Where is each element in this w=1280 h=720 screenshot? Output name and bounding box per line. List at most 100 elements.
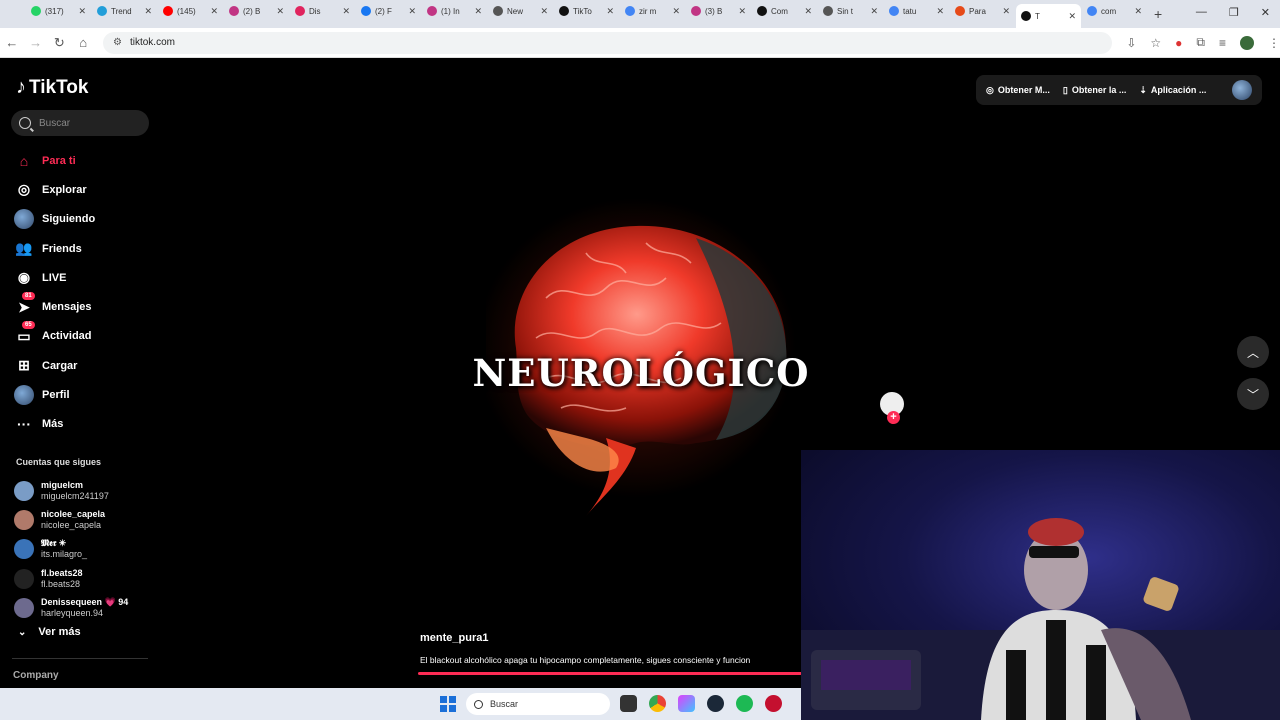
tab-favicon-icon — [889, 6, 899, 16]
following-account[interactable]: 𝕸𝖊𝖗 ✴ its.milagro_ — [14, 535, 128, 564]
previous-video-button[interactable]: ︿ — [1237, 336, 1269, 368]
new-tab-icon[interactable]: + — [1154, 6, 1162, 22]
tab-title: (3) B — [705, 6, 723, 16]
copilot-icon[interactable] — [678, 695, 695, 712]
sidebar-item-explorar[interactable]: ◎ Explorar — [14, 175, 95, 204]
tab-close-icon[interactable]: ✕ — [78, 6, 86, 17]
reload-icon[interactable]: ↻ — [48, 35, 72, 51]
see-more-button[interactable]: ⌄ Ver más — [18, 626, 81, 638]
header-button[interactable]: ▯ Obtener la ... — [1063, 85, 1126, 96]
spotify-icon[interactable] — [736, 695, 753, 712]
account-avatar — [14, 509, 34, 530]
browser-tab[interactable]: (1) In ✕ — [422, 0, 487, 22]
install-icon[interactable]: ⇩ — [1126, 36, 1136, 50]
account-handle: its.milagro_ — [41, 549, 88, 560]
tab-close-icon[interactable]: ✕ — [540, 6, 548, 17]
browser-tab[interactable]: zir m ✕ — [620, 0, 685, 22]
chrome-icon[interactable] — [649, 695, 666, 712]
tab-close-icon[interactable]: ✕ — [738, 6, 746, 17]
sidebar-item-actividad[interactable]: ▭ 65 Actividad — [14, 321, 95, 351]
header-button[interactable]: ⇣ Aplicación ... — [1139, 85, 1206, 96]
company-link[interactable]: Company — [13, 670, 59, 681]
url-field[interactable]: ⚙ tiktok.com — [103, 31, 1113, 54]
video-author[interactable]: mente_pura1 — [420, 632, 488, 644]
user-avatar[interactable] — [1232, 80, 1252, 100]
tab-close-icon[interactable]: ✕ — [276, 6, 284, 17]
forward-icon[interactable]: → — [24, 35, 48, 50]
video-progress-bar[interactable] — [418, 672, 802, 675]
sidebar-item-live[interactable]: ◉ LIVE — [14, 263, 95, 292]
sidebar-item-perfil[interactable]: Perfil — [14, 380, 95, 409]
browser-tab[interactable]: T ✕ — [1016, 4, 1081, 28]
search-input[interactable]: Buscar — [11, 110, 149, 136]
close-window-icon[interactable]: ✕ — [1261, 6, 1270, 19]
sidebar-item-label: LIVE — [42, 271, 67, 284]
following-account[interactable]: fl.beats28 fl.beats28 — [14, 564, 128, 593]
sidebar-item-para-ti[interactable]: ⌂ Para ti — [14, 146, 95, 175]
window-controls: — ❐ ✕ — [1196, 6, 1270, 19]
windows-start-icon[interactable] — [440, 696, 456, 712]
bookmark-star-icon[interactable]: ☆ — [1150, 36, 1161, 50]
follow-plus-icon[interactable]: + — [887, 411, 900, 424]
tiktok-logo[interactable]: ♪ TikTok — [16, 76, 88, 99]
minimize-icon[interactable]: — — [1196, 6, 1207, 19]
sidebar-item-friends[interactable]: 👥 Friends — [14, 234, 95, 263]
profile-icon[interactable] — [1240, 35, 1255, 50]
browser-tab[interactable]: Com ✕ — [752, 0, 817, 22]
tab-close-icon[interactable]: ✕ — [1134, 6, 1142, 17]
chevron-down-icon: ⌄ — [18, 626, 27, 638]
browser-tab[interactable]: tatu ✕ — [884, 0, 949, 22]
browser-tab[interactable]: com ✕ — [1082, 0, 1147, 22]
account-name: 𝕸𝖊𝖗 ✴ — [41, 538, 67, 549]
sidebar-item-cargar[interactable]: ⊞ Cargar — [14, 351, 95, 380]
browser-tab[interactable]: (317) ✕ — [26, 0, 91, 22]
back-icon[interactable]: ← — [0, 35, 24, 50]
following-account[interactable]: miguelcm miguelcm241197 — [14, 476, 128, 505]
home-browser-icon[interactable]: ⌂ — [71, 35, 95, 50]
browser-tab[interactable]: Dis ✕ — [290, 0, 355, 22]
tab-close-icon[interactable]: ✕ — [342, 6, 350, 17]
browser-tab[interactable]: (2) F ✕ — [356, 0, 421, 22]
browser-tab[interactable]: (145) ✕ — [158, 0, 223, 22]
tab-close-icon[interactable]: ✕ — [804, 6, 812, 17]
record-icon[interactable]: ● — [1175, 36, 1182, 50]
menu-icon[interactable]: ⋮ — [1268, 36, 1280, 50]
media-icon[interactable]: ≡ — [1219, 36, 1226, 50]
tab-close-icon[interactable]: ✕ — [408, 6, 416, 17]
header-button-label: Aplicación ... — [1150, 85, 1207, 95]
video-player[interactable]: NEUROLÓGICO mente_pura1 El blackout alco… — [418, 58, 858, 675]
tab-close-icon[interactable]: ✕ — [210, 6, 218, 17]
browser-tab[interactable]: (3) B ✕ — [686, 0, 751, 22]
sidebar-item-más[interactable]: ··· Más — [14, 410, 95, 439]
file-explorer-icon[interactable] — [620, 695, 637, 712]
browser-tab[interactable]: New ✕ — [488, 0, 553, 22]
taskbar-search-input[interactable]: Buscar — [466, 693, 610, 715]
browser-tab[interactable]: Para ✕ — [950, 0, 1015, 22]
maximize-icon[interactable]: ❐ — [1229, 6, 1239, 19]
sidebar-item-mensajes[interactable]: ➤ 81 Mensajes — [14, 292, 95, 321]
tab-close-icon[interactable]: ✕ — [474, 6, 482, 17]
site-info-icon[interactable]: ⚙ — [113, 37, 122, 48]
browser-tab[interactable]: Trend ✕ — [92, 0, 157, 22]
following-account[interactable]: nicolee_capela nicolee_capela — [14, 505, 128, 534]
header-button[interactable]: ◎ Obtener M... — [986, 85, 1050, 96]
tab-close-icon[interactable]: ✕ — [870, 6, 878, 17]
tab-title: New — [507, 6, 524, 16]
extensions-icon[interactable]: ⧉ — [1196, 35, 1205, 50]
browser-tab[interactable]: Sin t ✕ — [818, 0, 883, 22]
tab-close-icon[interactable]: ✕ — [144, 6, 152, 17]
browser-tab[interactable]: TikTo ✕ — [554, 0, 619, 22]
tab-close-icon[interactable]: ✕ — [672, 6, 680, 17]
tab-favicon-icon — [229, 6, 239, 16]
tab-close-icon[interactable]: ✕ — [1002, 6, 1010, 17]
steam-icon[interactable] — [707, 695, 724, 712]
tab-close-icon[interactable]: ✕ — [936, 6, 944, 17]
browser-tab[interactable]: (2) B ✕ — [224, 0, 289, 22]
sidebar-item-siguiendo[interactable]: Siguiendo — [14, 205, 95, 234]
tab-title: (145) — [177, 6, 196, 16]
tab-close-icon[interactable]: ✕ — [606, 6, 614, 17]
tab-close-icon[interactable]: ✕ — [1068, 11, 1076, 22]
following-account[interactable]: Denissequeen 💗 94 harleyqueen.94 — [14, 593, 128, 622]
next-video-button[interactable]: ﹀ — [1237, 378, 1269, 410]
app-icon[interactable] — [765, 695, 782, 712]
